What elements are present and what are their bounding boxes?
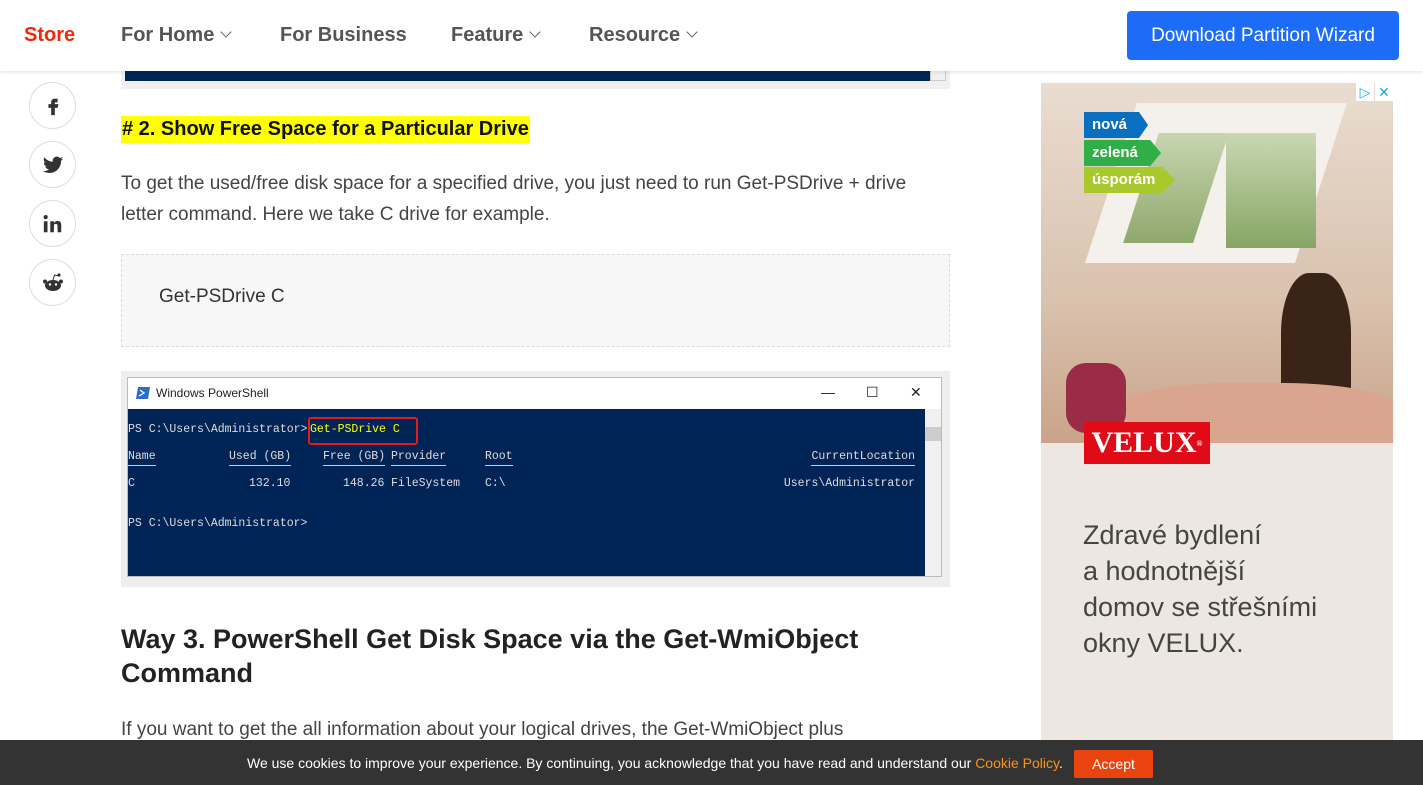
nav-for-home[interactable]: For Home [121, 24, 233, 47]
accept-button[interactable]: Accept [1074, 750, 1153, 778]
prompt: PS C:\Users\Administrator> [128, 517, 308, 530]
terminal-output: PS C:\Users\Administrator> Get-PSDrive C… [128, 409, 925, 576]
cookie-policy-link[interactable]: Cookie Policy [975, 755, 1059, 771]
col-header: Provider [391, 450, 447, 466]
window-title: Windows PowerShell [156, 386, 269, 400]
ad-tag: úsporám [1084, 167, 1175, 193]
chevron-down-icon [529, 26, 541, 38]
section-title: Way 3. PowerShell Get Disk Space via the… [121, 624, 859, 688]
ad-close-icon[interactable]: ✕ [1375, 83, 1393, 101]
col-header: Free (GB) [323, 450, 386, 466]
cell: 132.10 [249, 477, 291, 490]
prompt: PS C:\Users\Administrator> [128, 423, 308, 436]
facebook-icon [47, 98, 58, 115]
nav-resource[interactable]: Resource [589, 24, 698, 47]
code-text: Get-PSDrive C [159, 286, 285, 307]
powershell-icon [136, 387, 150, 399]
section-heading: # 2. Show Free Space for a Particular Dr… [121, 116, 530, 143]
nav-feature-label: Feature [451, 24, 524, 46]
nav-for-home-label: For Home [121, 24, 215, 46]
advertisement[interactable]: nová zelená úsporám VELUX ® Zdravé bydlen… [1041, 83, 1393, 763]
adchoices-icon[interactable]: ▷ [1356, 83, 1374, 101]
col-header: CurrentLocation [811, 450, 915, 466]
powershell-screenshot: Windows PowerShell — ☐ ✕ PS C:\Users\Adm… [121, 371, 950, 587]
close-icon: ✕ [910, 384, 922, 400]
ad-slogan: Zdravé bydlení a hodnotnější domov se st… [1083, 520, 1318, 658]
window-titlebar: Windows PowerShell — ☐ ✕ [128, 378, 941, 408]
minimize-icon: — [821, 384, 835, 400]
twitter-icon [42, 156, 63, 173]
nav-feature[interactable]: Feature [451, 24, 541, 47]
chevron-down-icon [220, 26, 233, 38]
highlight-box [308, 417, 418, 445]
cell: C:\ [485, 477, 506, 490]
share-reddit-button[interactable] [29, 259, 76, 306]
cell: FileSystem [391, 477, 461, 490]
nav-for-business[interactable]: For Business [280, 24, 407, 47]
nav-resource-label: Resource [589, 24, 681, 46]
cell: Users\Administrator [783, 477, 915, 490]
code-block: Get-PSDrive C [121, 254, 950, 347]
nav-store[interactable]: Store [24, 24, 75, 47]
col-header: Used (GB) [229, 450, 292, 466]
download-button[interactable]: Download Partition Wizard [1127, 11, 1399, 60]
linkedin-icon [43, 214, 61, 232]
reddit-icon [42, 272, 63, 291]
cookie-text: We use cookies to improve your experienc… [247, 755, 976, 771]
cookie-banner: We use cookies to improve your experienc… [0, 740, 1423, 785]
velux-logo: VELUX ® [1084, 422, 1210, 464]
col-header: Root [485, 450, 513, 466]
scrollbar [925, 409, 941, 576]
share-linkedin-button[interactable] [29, 200, 76, 247]
cookie-text-end: . [1058, 755, 1063, 771]
ad-tag: nová [1084, 112, 1148, 138]
col-header: Name [128, 450, 156, 466]
cell: C [128, 477, 135, 490]
share-facebook-button[interactable] [29, 82, 76, 129]
maximize-icon: ☐ [866, 384, 879, 400]
paragraph: To get the used/free disk space for a sp… [121, 173, 907, 225]
share-twitter-button[interactable] [29, 141, 76, 188]
chevron-down-icon [686, 26, 698, 38]
cell: 148.26 [343, 477, 385, 490]
top-nav: Store For Home For Business Feature Reso… [0, 0, 1423, 71]
ad-tag: zelená [1084, 140, 1161, 166]
